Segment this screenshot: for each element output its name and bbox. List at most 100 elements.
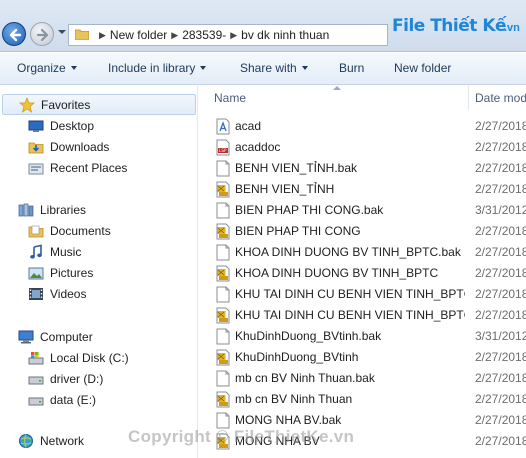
nav-documents-label: Documents <box>50 223 111 238</box>
libraries-icon <box>18 202 34 218</box>
file-date-modified: 3/31/2012 <box>475 203 526 217</box>
nav-favorites[interactable]: Favorites <box>2 94 196 115</box>
file-name: BENH VIEN_TỈNH.bak <box>235 161 358 175</box>
nav-downloads[interactable]: Downloads <box>28 136 109 157</box>
chevron-down-icon <box>70 66 77 70</box>
nav-libraries[interactable]: Libraries <box>18 199 86 220</box>
dwg-file-icon <box>215 223 231 240</box>
file-row[interactable]: KHU TAI DINH CU BENH VIEN TINH_BPTC.bak 2… <box>211 284 526 305</box>
desktop-icon <box>28 118 44 134</box>
drive-icon <box>28 392 44 408</box>
file-date-modified: 2/27/2018 <box>475 245 526 259</box>
new-folder-label: New folder <box>394 61 452 75</box>
file-date-modified: 2/27/2018 <box>475 182 526 196</box>
file-row[interactable]: mb cn BV Ninh Thuan.bak 2/27/2018 <box>211 368 526 389</box>
column-header-date-modified[interactable]: Date mod <box>475 91 526 115</box>
file-row[interactable]: BIEN PHAP THI CONG 2/27/2018 <box>211 221 526 242</box>
address-bar-area: ▶ New folder ▶ 283539- ▶ bv dk ninh thua… <box>0 0 526 52</box>
burn-label: Burn <box>339 61 365 75</box>
file-row[interactable]: KHOA DINH DUONG BV TINH_BPTC 2/27/2018 <box>211 263 526 284</box>
pane-splitter[interactable] <box>197 86 211 458</box>
burn-button[interactable]: Burn <box>339 61 364 75</box>
file-row[interactable]: KhuDinhDuong_BVtinh 2/27/2018 <box>211 347 526 368</box>
file-date-modified: 2/27/2018 <box>475 392 526 406</box>
breadcrumb-283539[interactable]: 283539- <box>182 28 226 42</box>
logo-text: File Thiết Kế <box>392 16 507 36</box>
file-row[interactable]: LSP acaddoc 2/27/2018 <box>211 137 526 158</box>
recent-pages-dropdown[interactable] <box>58 30 66 34</box>
nav-downloads-label: Downloads <box>50 139 110 154</box>
file-row[interactable]: KHU TAI DINH CU BENH VIEN TINH_BPTC 2/27/… <box>211 305 526 326</box>
file-date-modified: 2/27/2018 <box>475 119 526 133</box>
dwg-file-icon <box>215 265 231 282</box>
file-name: mb cn BV Ninh Thuan <box>235 392 353 406</box>
bak-file-icon <box>215 244 231 261</box>
organize-button[interactable]: Organize <box>17 61 77 75</box>
nav-network[interactable]: Network <box>18 430 84 451</box>
file-row[interactable]: KHOA DINH DUONG BV TINH_BPTC.bak 2/27/201… <box>211 242 526 263</box>
nav-disk-c-label: Local Disk (C:) <box>50 350 129 365</box>
file-date-modified: 2/27/2018 <box>475 224 526 238</box>
new-folder-button[interactable]: New folder <box>394 61 451 75</box>
file-row[interactable]: BENH VIEN_TỈNH.bak 2/27/2018 <box>211 158 526 179</box>
file-name: KHU TAI DINH CU BENH VIEN TINH_BPTC.bak <box>235 287 465 301</box>
nav-pictures[interactable]: Pictures <box>28 262 93 283</box>
file-date-modified: 2/27/2018 <box>475 140 526 154</box>
include-in-library-button[interactable]: Include in library <box>108 61 207 75</box>
share-with-button[interactable]: Share with <box>240 61 308 75</box>
breadcrumb-new-folder[interactable]: New folder <box>110 28 167 42</box>
breadcrumb-separator[interactable]: ▶ <box>230 30 237 41</box>
system-drive-icon <box>28 350 44 366</box>
computer-icon <box>18 329 34 345</box>
file-row[interactable]: BIEN PHAP THI CONG.bak 3/31/2012 <box>211 200 526 221</box>
file-row[interactable]: acad 2/27/2018 <box>211 116 526 137</box>
file-row[interactable]: mb cn BV Ninh Thuan 2/27/2018 <box>211 389 526 410</box>
column-divider[interactable] <box>468 86 469 110</box>
breadcrumb-separator[interactable]: ▶ <box>171 30 178 41</box>
column-header-name[interactable]: Name <box>214 91 246 115</box>
folder-icon <box>74 28 90 43</box>
file-row[interactable]: BENH VIEN_TỈNH 2/27/2018 <box>211 179 526 200</box>
address-path-box[interactable]: ▶ New folder ▶ 283539- ▶ bv dk ninh thua… <box>68 24 388 46</box>
dwg-file-icon <box>215 181 231 198</box>
breadcrumb-bv-dk-ninh-thuan[interactable]: bv dk ninh thuan <box>241 28 329 42</box>
nav-disk-e-label: data (E:) <box>50 392 97 407</box>
file-date-modified: 2/27/2018 <box>475 434 526 448</box>
downloads-folder-icon <box>28 139 44 155</box>
include-label: Include in library <box>108 61 196 75</box>
file-row[interactable]: KhuDinhDuong_BVtinh.bak 3/31/2012 <box>211 326 526 347</box>
nav-local-disk-c[interactable]: Local Disk (C:) <box>28 347 129 368</box>
back-arrow-icon <box>9 28 22 42</box>
documents-icon <box>28 223 44 239</box>
forward-button[interactable] <box>30 22 54 46</box>
back-button[interactable] <box>2 22 26 46</box>
file-name: acaddoc <box>235 140 281 154</box>
nav-desktop[interactable]: Desktop <box>28 115 94 136</box>
file-list-pane: Name Date mod acad 2/27/2018 LSP acaddoc 2/2… <box>211 86 526 458</box>
nav-favorites-label: Favorites <box>41 97 91 112</box>
bak-file-icon <box>215 328 231 345</box>
nav-driver-d[interactable]: driver (D:) <box>28 368 103 389</box>
file-date-modified: 2/27/2018 <box>475 287 526 301</box>
music-note-icon <box>28 244 44 260</box>
nav-recent-label: Recent Places <box>50 160 128 175</box>
breadcrumb-separator[interactable]: ▶ <box>99 30 106 41</box>
nav-music[interactable]: Music <box>28 241 81 262</box>
share-label: Share with <box>240 61 297 75</box>
bak-file-icon <box>215 160 231 177</box>
chevron-down-icon <box>200 66 207 70</box>
nav-computer-label: Computer <box>40 329 93 344</box>
file-name: KhuDinhDuong_BVtinh <box>235 350 359 364</box>
nav-pictures-label: Pictures <box>50 265 94 280</box>
file-date-modified: 3/31/2012 <box>475 329 526 343</box>
nav-computer[interactable]: Computer <box>18 326 93 347</box>
dwg-file-icon <box>215 391 231 408</box>
file-name: BENH VIEN_TỈNH <box>235 182 335 196</box>
file-date-modified: 2/27/2018 <box>475 308 526 322</box>
nav-data-e[interactable]: data (E:) <box>28 389 96 410</box>
file-name: BIEN PHAP THI CONG.bak <box>235 203 384 217</box>
file-name: BIEN PHAP THI CONG <box>235 224 361 238</box>
nav-documents[interactable]: Documents <box>28 220 111 241</box>
nav-videos[interactable]: Videos <box>28 283 86 304</box>
nav-recent-places[interactable]: Recent Places <box>28 157 127 178</box>
